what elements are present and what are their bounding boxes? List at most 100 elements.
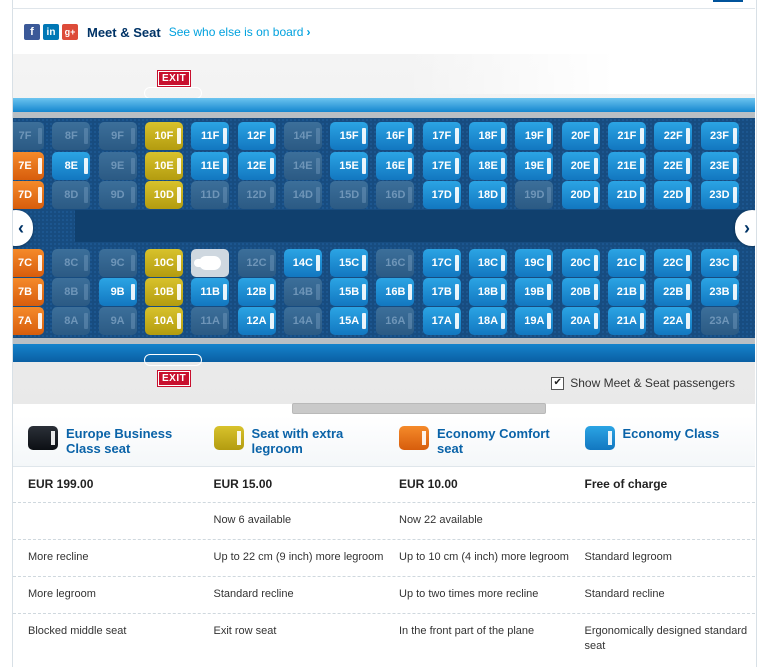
- seat-9F: 9F: [98, 122, 137, 150]
- horizontal-scrollbar[interactable]: [292, 403, 546, 414]
- seat-18C[interactable]: 18C: [469, 249, 507, 277]
- seat-20B[interactable]: 20B: [561, 278, 600, 306]
- legroom-seat-icon: [213, 426, 244, 450]
- seat-7D[interactable]: 7D: [13, 181, 44, 209]
- seat-20F[interactable]: 20F: [561, 122, 600, 150]
- seat-20E[interactable]: 20E: [561, 152, 600, 180]
- seat-12E[interactable]: 12E: [237, 152, 276, 180]
- seat-21E[interactable]: 21E: [607, 152, 646, 180]
- seat-7E[interactable]: 7E: [13, 152, 44, 180]
- seat-18E[interactable]: 18E: [469, 152, 507, 180]
- seat-8F: 8F: [52, 122, 91, 150]
- seat-20D[interactable]: 20D: [561, 181, 600, 209]
- seat-22F[interactable]: 22F: [654, 122, 693, 150]
- seat-20A[interactable]: 20A: [561, 307, 600, 335]
- seat-22C[interactable]: 22C: [654, 249, 693, 277]
- seat-12B[interactable]: 12B: [237, 278, 276, 306]
- seat-23B[interactable]: 23B: [700, 278, 739, 306]
- legend-feature: Up to 10 cm (4 inch) more legroom: [399, 551, 569, 563]
- seat-15F[interactable]: 15F: [330, 122, 369, 150]
- seat-12A[interactable]: 12A: [237, 307, 276, 335]
- legend-availability: Now 6 available: [213, 514, 292, 526]
- seat-10F[interactable]: 10F: [144, 122, 183, 150]
- exit-door-bottom: [144, 354, 202, 366]
- seat-19A[interactable]: 19A: [515, 307, 554, 335]
- seat-9B[interactable]: 9B: [98, 278, 137, 306]
- seat-11C[interactable]: [191, 249, 230, 277]
- fuselage-stripe-top: [13, 98, 755, 112]
- seat-18D[interactable]: 18D: [469, 181, 507, 209]
- seat-14C[interactable]: 14C: [283, 249, 322, 277]
- seat-21D[interactable]: 21D: [607, 181, 646, 209]
- legend-feature-row: More legroom Standard recline Up to two …: [13, 577, 755, 614]
- meet-seat-header: f in g+ Meet & Seat See who else is on b…: [24, 22, 310, 42]
- seat-21C[interactable]: 21C: [607, 249, 646, 277]
- seat-21A[interactable]: 21A: [607, 307, 646, 335]
- seat-7B[interactable]: 7B: [13, 278, 44, 306]
- seat-15B[interactable]: 15B: [330, 278, 369, 306]
- seat-11E[interactable]: 11E: [191, 152, 230, 180]
- seat-17B[interactable]: 17B: [422, 278, 461, 306]
- seat-17C[interactable]: 17C: [422, 249, 461, 277]
- see-who-else-link[interactable]: See who else is on board ›: [169, 25, 311, 39]
- seat-16B[interactable]: 16B: [376, 278, 415, 306]
- seat-23E[interactable]: 23E: [700, 152, 739, 180]
- seat-10A[interactable]: 10A: [144, 307, 183, 335]
- seat-11B[interactable]: 11B: [191, 278, 230, 306]
- seat-8E[interactable]: 8E: [52, 152, 91, 180]
- seat-20C[interactable]: 20C: [561, 249, 600, 277]
- seat-21F[interactable]: 21F: [607, 122, 646, 150]
- seat-7F: 7F: [13, 122, 44, 150]
- show-passengers-toggle[interactable]: ✔ Show Meet & Seat passengers: [551, 376, 735, 390]
- seat-17D[interactable]: 17D: [422, 181, 461, 209]
- passenger-avatar-icon[interactable]: [199, 256, 222, 270]
- seat-9E: 9E: [98, 152, 137, 180]
- seat-22B[interactable]: 22B: [654, 278, 693, 306]
- googleplus-icon[interactable]: g+: [62, 24, 78, 40]
- seat-23D[interactable]: 23D: [700, 181, 739, 209]
- seat-10B[interactable]: 10B: [144, 278, 183, 306]
- legend-name: Europe Business Class seat: [66, 426, 173, 456]
- seat-10E[interactable]: 10E: [144, 152, 183, 180]
- seat-15C[interactable]: 15C: [330, 249, 369, 277]
- economy-seat-icon: [584, 426, 615, 450]
- seat-15A[interactable]: 15A: [330, 307, 369, 335]
- seat-21B[interactable]: 21B: [607, 278, 646, 306]
- seat-10D[interactable]: 10D: [144, 181, 183, 209]
- seat-16A: 16A: [376, 307, 415, 335]
- seat-16F[interactable]: 16F: [376, 122, 415, 150]
- seat-16E[interactable]: 16E: [376, 152, 415, 180]
- facebook-icon[interactable]: f: [24, 24, 40, 40]
- seat-22E[interactable]: 22E: [654, 152, 693, 180]
- seat-18F[interactable]: 18F: [469, 122, 507, 150]
- seat-10C[interactable]: 10C: [144, 249, 183, 277]
- seat-15E[interactable]: 15E: [330, 152, 369, 180]
- seat-22A[interactable]: 22A: [654, 307, 693, 335]
- seat-12C: 12C: [237, 249, 276, 277]
- seat-8A: 8A: [52, 307, 91, 335]
- seat-7A[interactable]: 7A: [13, 307, 44, 335]
- seat-19C[interactable]: 19C: [515, 249, 554, 277]
- seat-19E[interactable]: 19E: [515, 152, 554, 180]
- seat-17A[interactable]: 17A: [422, 307, 461, 335]
- exit-sign-bottom: EXIT: [158, 371, 191, 386]
- linkedin-icon[interactable]: in: [43, 24, 59, 40]
- seat-18A[interactable]: 18A: [469, 307, 507, 335]
- seat-12F[interactable]: 12F: [237, 122, 276, 150]
- show-passengers-checkbox[interactable]: ✔: [551, 376, 565, 390]
- seat-19F[interactable]: 19F: [515, 122, 554, 150]
- cabin: 7F 7E 7D 7C 7B 7A 8F 8E 8D 8C 8B 8A 9F 9E 9D 9C 9B 9A 10F 1…: [13, 118, 755, 338]
- seat-17E[interactable]: 17E: [422, 152, 461, 180]
- seat-22D[interactable]: 22D: [654, 181, 693, 209]
- seat-11F[interactable]: 11F: [191, 122, 230, 150]
- seat-17F[interactable]: 17F: [422, 122, 461, 150]
- seat-map: EXIT 7F 7E 7D 7C 7B 7A 8F 8E 8D 8C 8B 8A 9F 9E 9D 9C 9B 9…: [13, 54, 755, 404]
- seat-23C[interactable]: 23C: [700, 249, 739, 277]
- seat-19B[interactable]: 19B: [515, 278, 554, 306]
- legend-feature: Standard recline: [584, 588, 665, 600]
- seat-18B[interactable]: 18B: [469, 278, 507, 306]
- meet-seat-title: Meet & Seat: [87, 24, 161, 40]
- seat-7C[interactable]: 7C: [13, 249, 44, 277]
- seat-23F[interactable]: 23F: [700, 122, 739, 150]
- legend-feature-row: More recline Up to 22 cm (9 inch) more l…: [13, 540, 755, 577]
